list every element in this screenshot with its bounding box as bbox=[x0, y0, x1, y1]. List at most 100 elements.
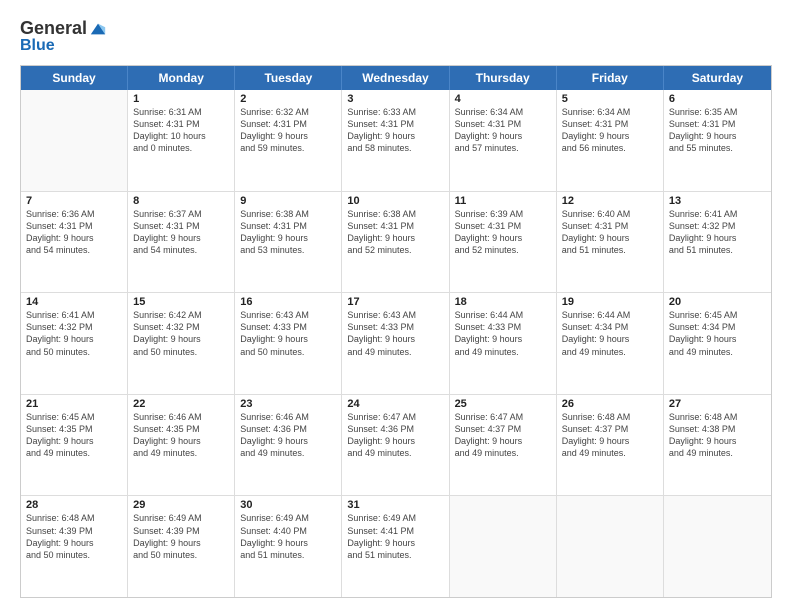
cell-line: Sunset: 4:31 PM bbox=[347, 220, 443, 232]
cell-line: Sunset: 4:31 PM bbox=[562, 220, 658, 232]
calendar-cell-0-6: 6Sunrise: 6:35 AMSunset: 4:31 PMDaylight… bbox=[664, 90, 771, 191]
cell-line: and 49 minutes. bbox=[347, 447, 443, 459]
day-number: 2 bbox=[240, 93, 336, 105]
calendar-header: SundayMondayTuesdayWednesdayThursdayFrid… bbox=[21, 66, 771, 90]
cell-line: Sunrise: 6:44 AM bbox=[562, 309, 658, 321]
cell-line: Sunset: 4:37 PM bbox=[455, 423, 551, 435]
calendar-cell-0-0 bbox=[21, 90, 128, 191]
cell-line: Sunset: 4:33 PM bbox=[347, 321, 443, 333]
calendar-row-0: 1Sunrise: 6:31 AMSunset: 4:31 PMDaylight… bbox=[21, 90, 771, 192]
calendar-cell-4-4 bbox=[450, 496, 557, 597]
day-number: 15 bbox=[133, 296, 229, 308]
cell-line: Daylight: 9 hours bbox=[26, 537, 122, 549]
cell-line: Daylight: 9 hours bbox=[669, 435, 766, 447]
header-day-tuesday: Tuesday bbox=[235, 66, 342, 90]
calendar-cell-4-5 bbox=[557, 496, 664, 597]
cell-line: and 51 minutes. bbox=[347, 549, 443, 561]
cell-line: Daylight: 9 hours bbox=[562, 435, 658, 447]
calendar-row-3: 21Sunrise: 6:45 AMSunset: 4:35 PMDayligh… bbox=[21, 395, 771, 497]
cell-line: and 54 minutes. bbox=[26, 244, 122, 256]
calendar-cell-3-3: 24Sunrise: 6:47 AMSunset: 4:36 PMDayligh… bbox=[342, 395, 449, 496]
cell-line: Daylight: 9 hours bbox=[562, 333, 658, 345]
cell-line: Sunset: 4:36 PM bbox=[347, 423, 443, 435]
calendar-cell-3-2: 23Sunrise: 6:46 AMSunset: 4:36 PMDayligh… bbox=[235, 395, 342, 496]
cell-line: and 49 minutes. bbox=[455, 346, 551, 358]
calendar-cell-2-6: 20Sunrise: 6:45 AMSunset: 4:34 PMDayligh… bbox=[664, 293, 771, 394]
calendar-cell-1-5: 12Sunrise: 6:40 AMSunset: 4:31 PMDayligh… bbox=[557, 192, 664, 293]
page-header: General Blue bbox=[20, 18, 772, 55]
cell-line: and 50 minutes. bbox=[26, 549, 122, 561]
cell-line: Sunset: 4:37 PM bbox=[562, 423, 658, 435]
cell-line: Daylight: 9 hours bbox=[240, 333, 336, 345]
cell-line: and 52 minutes. bbox=[455, 244, 551, 256]
calendar-cell-1-0: 7Sunrise: 6:36 AMSunset: 4:31 PMDaylight… bbox=[21, 192, 128, 293]
cell-line: Daylight: 9 hours bbox=[669, 130, 766, 142]
cell-line: Sunrise: 6:48 AM bbox=[669, 411, 766, 423]
cell-line: Sunset: 4:36 PM bbox=[240, 423, 336, 435]
cell-line: Sunrise: 6:44 AM bbox=[455, 309, 551, 321]
cell-line: Sunset: 4:32 PM bbox=[669, 220, 766, 232]
calendar-cell-2-3: 17Sunrise: 6:43 AMSunset: 4:33 PMDayligh… bbox=[342, 293, 449, 394]
calendar-cell-1-1: 8Sunrise: 6:37 AMSunset: 4:31 PMDaylight… bbox=[128, 192, 235, 293]
cell-line: Daylight: 10 hours bbox=[133, 130, 229, 142]
cell-line: and 51 minutes. bbox=[562, 244, 658, 256]
cell-line: Daylight: 9 hours bbox=[347, 537, 443, 549]
cell-line: Sunset: 4:34 PM bbox=[669, 321, 766, 333]
cell-line: and 53 minutes. bbox=[240, 244, 336, 256]
cell-line: Daylight: 9 hours bbox=[240, 537, 336, 549]
cell-line: Sunset: 4:31 PM bbox=[455, 118, 551, 130]
cell-line: and 58 minutes. bbox=[347, 142, 443, 154]
cell-line: Sunrise: 6:49 AM bbox=[133, 512, 229, 524]
cell-line: and 49 minutes. bbox=[669, 346, 766, 358]
cell-line: Sunrise: 6:48 AM bbox=[26, 512, 122, 524]
cell-line: Sunset: 4:31 PM bbox=[133, 118, 229, 130]
cell-line: and 59 minutes. bbox=[240, 142, 336, 154]
cell-line: Daylight: 9 hours bbox=[347, 232, 443, 244]
cell-line: Sunset: 4:31 PM bbox=[240, 118, 336, 130]
cell-line: Sunrise: 6:47 AM bbox=[455, 411, 551, 423]
calendar-row-4: 28Sunrise: 6:48 AMSunset: 4:39 PMDayligh… bbox=[21, 496, 771, 597]
calendar-cell-4-3: 31Sunrise: 6:49 AMSunset: 4:41 PMDayligh… bbox=[342, 496, 449, 597]
day-number: 25 bbox=[455, 398, 551, 410]
cell-line: Sunrise: 6:47 AM bbox=[347, 411, 443, 423]
cell-line: and 49 minutes. bbox=[562, 447, 658, 459]
day-number: 14 bbox=[26, 296, 122, 308]
cell-line: Sunset: 4:35 PM bbox=[26, 423, 122, 435]
cell-line: Sunrise: 6:33 AM bbox=[347, 106, 443, 118]
cell-line: Sunrise: 6:37 AM bbox=[133, 208, 229, 220]
cell-line: and 49 minutes. bbox=[240, 447, 336, 459]
day-number: 3 bbox=[347, 93, 443, 105]
calendar-cell-3-5: 26Sunrise: 6:48 AMSunset: 4:37 PMDayligh… bbox=[557, 395, 664, 496]
calendar-row-2: 14Sunrise: 6:41 AMSunset: 4:32 PMDayligh… bbox=[21, 293, 771, 395]
cell-line: Sunset: 4:34 PM bbox=[562, 321, 658, 333]
header-day-wednesday: Wednesday bbox=[342, 66, 449, 90]
header-day-friday: Friday bbox=[557, 66, 664, 90]
cell-line: Sunset: 4:33 PM bbox=[240, 321, 336, 333]
cell-line: Daylight: 9 hours bbox=[26, 232, 122, 244]
day-number: 19 bbox=[562, 296, 658, 308]
cell-line: Sunset: 4:31 PM bbox=[133, 220, 229, 232]
cell-line: Sunset: 4:31 PM bbox=[455, 220, 551, 232]
cell-line: Sunrise: 6:32 AM bbox=[240, 106, 336, 118]
day-number: 22 bbox=[133, 398, 229, 410]
cell-line: Daylight: 9 hours bbox=[669, 232, 766, 244]
logo: General Blue bbox=[20, 18, 107, 55]
day-number: 21 bbox=[26, 398, 122, 410]
calendar-body: 1Sunrise: 6:31 AMSunset: 4:31 PMDaylight… bbox=[21, 90, 771, 597]
calendar: SundayMondayTuesdayWednesdayThursdayFrid… bbox=[20, 65, 772, 598]
cell-line: Daylight: 9 hours bbox=[240, 232, 336, 244]
header-day-monday: Monday bbox=[128, 66, 235, 90]
cell-line: and 49 minutes. bbox=[455, 447, 551, 459]
cell-line: Daylight: 9 hours bbox=[240, 435, 336, 447]
cell-line: Sunset: 4:31 PM bbox=[240, 220, 336, 232]
cell-line: Sunset: 4:31 PM bbox=[562, 118, 658, 130]
day-number: 30 bbox=[240, 499, 336, 511]
calendar-cell-3-0: 21Sunrise: 6:45 AMSunset: 4:35 PMDayligh… bbox=[21, 395, 128, 496]
cell-line: Sunset: 4:40 PM bbox=[240, 525, 336, 537]
calendar-cell-4-2: 30Sunrise: 6:49 AMSunset: 4:40 PMDayligh… bbox=[235, 496, 342, 597]
cell-line: and 0 minutes. bbox=[133, 142, 229, 154]
calendar-cell-4-0: 28Sunrise: 6:48 AMSunset: 4:39 PMDayligh… bbox=[21, 496, 128, 597]
day-number: 18 bbox=[455, 296, 551, 308]
cell-line: Sunset: 4:31 PM bbox=[669, 118, 766, 130]
cell-line: Sunrise: 6:40 AM bbox=[562, 208, 658, 220]
